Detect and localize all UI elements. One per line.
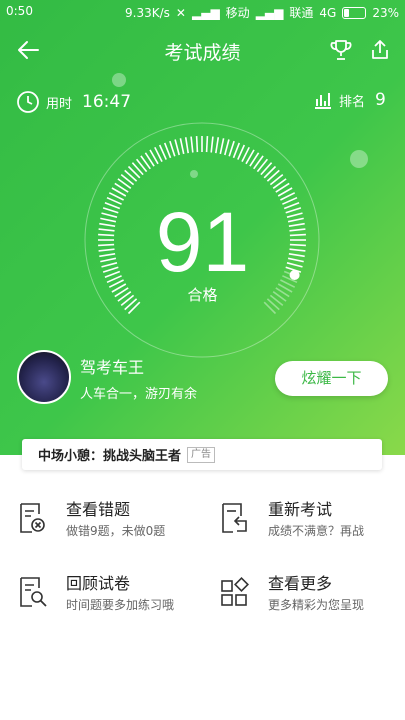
gauge-tick	[219, 138, 225, 155]
gauge-tick	[205, 136, 209, 153]
wrong-questions-icon	[20, 503, 45, 533]
action-subtitle: 更多精彩为您呈现	[268, 598, 365, 612]
action-title: 查看更多	[268, 574, 333, 593]
ad-tag: 广告	[187, 446, 216, 463]
more-apps-icon	[221, 577, 249, 606]
action-subtitle: 成绩不满意？再战	[268, 524, 365, 538]
gauge-tick	[190, 136, 194, 153]
gauge-tick	[184, 137, 189, 154]
gauge-tick	[232, 142, 241, 159]
retake-exam[interactable]: 重新考试 成绩不满意？再战	[220, 496, 400, 556]
view-more[interactable]: 查看更多 更多精彩为您呈现	[220, 570, 400, 630]
result-hero: 0:50 9.33K/s ✕ ▂▄▆ 移动 ▂▄▆ 联通 4G 23% 考试成绩	[0, 0, 405, 455]
action-subtitle: 时间题要多加练习哦	[66, 598, 175, 612]
view-wrong-questions[interactable]: 查看错题 做错9题，未做0题	[18, 496, 198, 556]
gauge-tick	[163, 142, 172, 159]
gauge-tick	[228, 140, 235, 157]
review-paper[interactable]: 回顾试卷 时间题要多加练习哦	[18, 570, 198, 630]
gauge-tick	[210, 136, 214, 153]
action-title: 重新考试	[268, 500, 333, 519]
pass-status: 合格	[187, 286, 218, 304]
review-paper-icon	[20, 577, 47, 607]
gauge-tick	[195, 136, 199, 153]
ad-banner[interactable]: 中场小憩：挑战头脑王者 广告	[22, 439, 382, 470]
gauge-tick	[174, 139, 180, 156]
action-title: 回顾试卷	[66, 574, 131, 593]
action-title: 查看错题	[66, 500, 131, 519]
retake-exam-icon	[222, 503, 247, 533]
gauge-tick	[224, 139, 230, 156]
gauge-tick	[179, 138, 185, 155]
score-value: 91	[155, 195, 250, 289]
gauge-tick	[215, 137, 220, 154]
user-title: 驾考车王	[80, 358, 145, 377]
ad-text: 中场小憩：挑战头脑王者	[38, 449, 182, 464]
gauge-tick	[169, 140, 176, 157]
action-subtitle: 做错9题，未做0题	[66, 524, 166, 538]
show-off-button[interactable]: 炫耀一下	[275, 361, 388, 396]
avatar[interactable]	[17, 350, 71, 404]
user-slogan: 人车合一，游刃有余	[80, 387, 198, 402]
